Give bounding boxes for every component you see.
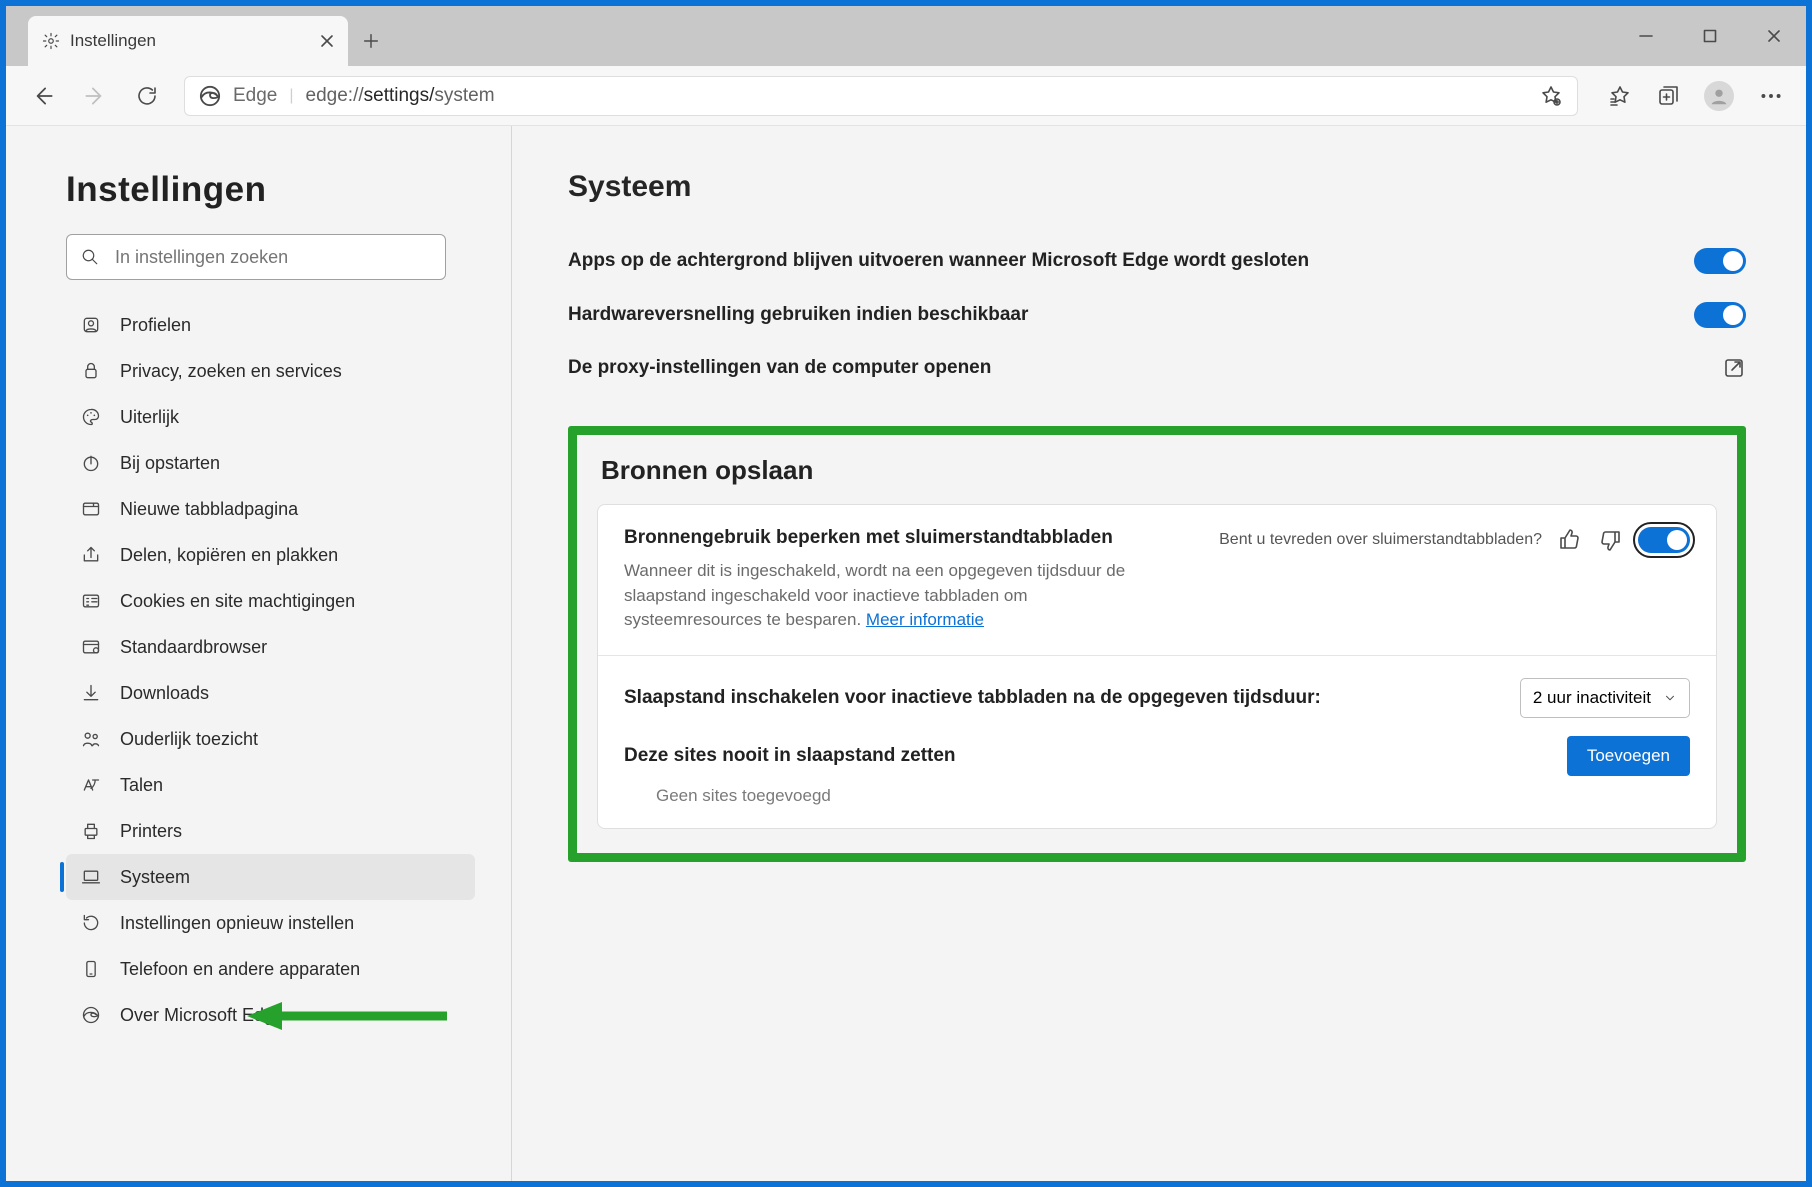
main-panel: Systeem Apps op de achtergrond blijven u… xyxy=(512,126,1806,1181)
sidebar-item-downloads[interactable]: Downloads xyxy=(66,670,475,716)
sleep-duration-label: Slaapstand inschakelen voor inactieve ta… xyxy=(624,687,1321,709)
window-icon xyxy=(80,636,102,658)
refresh-button[interactable] xyxy=(132,81,162,111)
sidebar-nav: Profielen Privacy, zoeken en services Ui… xyxy=(66,302,475,1038)
printer-icon xyxy=(80,820,102,842)
tab-close-button[interactable] xyxy=(320,34,334,48)
sleeping-tabs-desc: Wanneer dit is ingeschakeld, wordt na ee… xyxy=(624,559,1144,633)
sidebar-item-appearance[interactable]: Uiterlijk xyxy=(66,394,475,440)
minimize-button[interactable] xyxy=(1614,6,1678,66)
palette-icon xyxy=(80,406,102,428)
thumbs-down-icon[interactable] xyxy=(1598,528,1622,552)
favorites-icon[interactable] xyxy=(1608,84,1632,108)
main-heading: Systeem xyxy=(568,170,1746,204)
content: Instellingen Profielen Privacy, zoeken e… xyxy=(6,126,1806,1181)
setting-row-background-apps: Apps op de achtergrond blijven uitvoeren… xyxy=(568,234,1746,288)
sidebar-item-share[interactable]: Delen, kopiëren en plakken xyxy=(66,532,475,578)
setting-row-proxy[interactable]: De proxy-instellingen van de computer op… xyxy=(568,342,1746,394)
sidebar-item-startup[interactable]: Bij opstarten xyxy=(66,440,475,486)
sidebar-item-newtab[interactable]: Nieuwe tabbladpagina xyxy=(66,486,475,532)
feedback-prompt: Bent u tevreden over sluimerstandtabblad… xyxy=(1219,531,1542,549)
sidebar-item-printers[interactable]: Printers xyxy=(66,808,475,854)
setting-row-hw-accel: Hardwareversnelling gebruiken indien bes… xyxy=(568,288,1746,342)
browser-window: Instellingen Edge | edge xyxy=(6,6,1806,1181)
sidebar-heading: Instellingen xyxy=(66,170,475,210)
download-icon xyxy=(80,682,102,704)
sleeping-tabs-title: Bronnengebruik beperken met sluimerstand… xyxy=(624,527,1164,549)
toggle-sleeping-tabs[interactable] xyxy=(1638,527,1690,553)
toolbar-actions xyxy=(1608,81,1784,111)
sidebar: Instellingen Profielen Privacy, zoeken e… xyxy=(6,126,512,1181)
reading-list-icon[interactable] xyxy=(1539,84,1563,108)
toggle-hw-accel[interactable] xyxy=(1694,302,1746,328)
forward-button[interactable] xyxy=(80,81,110,111)
sidebar-item-profiles[interactable]: Profielen xyxy=(66,302,475,348)
sleep-duration-dropdown[interactable]: 2 uur inactiviteit xyxy=(1520,678,1690,718)
profile-icon xyxy=(80,314,102,336)
annotation-highlight: Bronnen opslaan Bronnengebruik beperken … xyxy=(568,426,1746,862)
settings-search-input[interactable] xyxy=(113,246,431,269)
sidebar-item-cookies[interactable]: Cookies en site machtigingen xyxy=(66,578,475,624)
toolbar: Edge | edge://settings/system xyxy=(6,66,1806,126)
toggle-background-apps[interactable] xyxy=(1694,248,1746,274)
sidebar-item-languages[interactable]: Talen xyxy=(66,762,475,808)
sidebar-item-phone[interactable]: Telefoon en andere apparaten xyxy=(66,946,475,992)
save-resources-heading: Bronnen opslaan xyxy=(601,455,1717,486)
lock-icon xyxy=(80,360,102,382)
search-icon xyxy=(81,248,99,266)
sidebar-item-about[interactable]: Over Microsoft Edge xyxy=(66,992,475,1038)
more-menu-button[interactable] xyxy=(1758,83,1784,109)
thumbs-up-icon[interactable] xyxy=(1558,528,1582,552)
power-icon xyxy=(80,452,102,474)
empty-sites-text: Geen sites toegevoegd xyxy=(624,776,1690,806)
collections-icon[interactable] xyxy=(1656,84,1680,108)
chevron-down-icon xyxy=(1663,691,1677,705)
tab-settings[interactable]: Instellingen xyxy=(28,16,348,66)
sidebar-item-system[interactable]: Systeem xyxy=(66,854,475,900)
sidebar-item-reset[interactable]: Instellingen opnieuw instellen xyxy=(66,900,475,946)
phone-icon xyxy=(80,958,102,980)
sidebar-item-family[interactable]: Ouderlijk toezicht xyxy=(66,716,475,762)
laptop-icon xyxy=(80,866,102,888)
save-resources-card: Bronnengebruik beperken met sluimerstand… xyxy=(597,504,1717,829)
open-external-icon xyxy=(1722,356,1746,380)
address-bar[interactable]: Edge | edge://settings/system xyxy=(184,76,1578,116)
cookies-icon xyxy=(80,590,102,612)
tab-title: Instellingen xyxy=(70,31,310,51)
reset-icon xyxy=(80,912,102,934)
edge-logo-icon xyxy=(199,85,221,107)
url-text: edge://settings/system xyxy=(306,85,495,107)
titlebar: Instellingen xyxy=(6,6,1806,66)
sidebar-item-privacy[interactable]: Privacy, zoeken en services xyxy=(66,348,475,394)
sidebar-item-default-browser[interactable]: Standaardbrowser xyxy=(66,624,475,670)
language-icon xyxy=(80,774,102,796)
close-button[interactable] xyxy=(1742,6,1806,66)
url-brand: Edge xyxy=(233,85,277,107)
learn-more-link[interactable]: Meer informatie xyxy=(866,610,984,629)
maximize-button[interactable] xyxy=(1678,6,1742,66)
family-icon xyxy=(80,728,102,750)
gear-icon xyxy=(42,32,60,50)
add-site-button[interactable]: Toevoegen xyxy=(1567,736,1690,776)
back-button[interactable] xyxy=(28,81,58,111)
settings-search[interactable] xyxy=(66,234,446,280)
never-sleep-label: Deze sites nooit in slaapstand zetten xyxy=(624,745,956,767)
profile-avatar[interactable] xyxy=(1704,81,1734,111)
new-tab-button[interactable] xyxy=(362,16,380,66)
new-tab-icon xyxy=(80,498,102,520)
share-icon xyxy=(80,544,102,566)
window-controls xyxy=(1614,6,1806,66)
edge-icon xyxy=(80,1004,102,1026)
